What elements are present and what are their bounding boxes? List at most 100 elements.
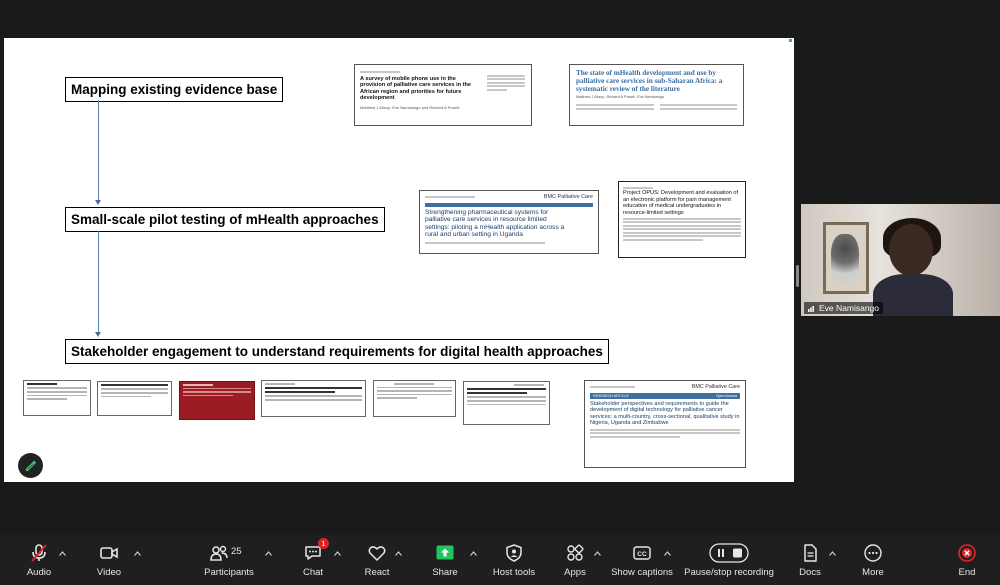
paper-stakeholder-journal: BMC Palliative Care: [691, 384, 740, 390]
recording-label: Pause/stop recording: [684, 566, 774, 578]
more-button[interactable]: More: [857, 535, 889, 585]
participant-video-tile[interactable]: Eve Namisango: [801, 204, 1000, 316]
video-button[interactable]: Video: [92, 535, 126, 585]
docs-button[interactable]: Docs: [795, 535, 825, 585]
thumbnail-paper-5: [373, 380, 456, 417]
thumbnail-paper-2: [97, 381, 172, 416]
chevron-up-icon: [828, 550, 836, 556]
stage-box-stakeholder: Stakeholder engagement to understand req…: [65, 339, 609, 364]
arrowhead-2: [95, 332, 101, 337]
participants-label: Participants: [204, 566, 254, 578]
apps-label: Apps: [564, 566, 586, 578]
panel-resize-handle[interactable]: [796, 265, 799, 287]
docs-options-caret[interactable]: [828, 549, 836, 557]
paper-pharma-title: Strengthening pharmaceutical systems for…: [425, 209, 565, 239]
paper-mobile-phone-survey: A survey of mobile phone use in the prov…: [354, 64, 532, 126]
paper-project-opus: Project OPUS: Development and evaluation…: [618, 181, 746, 258]
presentation-slide: Mapping existing evidence base Small-sca…: [4, 38, 794, 482]
share-button[interactable]: Share: [428, 535, 462, 585]
chat-label: Chat: [302, 566, 324, 578]
connector-line-1: [98, 100, 99, 200]
paper-pharmaceutical-systems: BMC Palliative Care Strengthening pharma…: [419, 190, 599, 254]
participants-icon: [210, 545, 228, 561]
chevron-up-icon: [133, 550, 141, 556]
end-call-icon: [958, 543, 976, 562]
more-dots-icon: [864, 543, 882, 562]
paper-state-mhealth-title: The state of mHealth development and use…: [576, 69, 723, 93]
share-options-caret[interactable]: [469, 549, 477, 557]
pause-stop-recording-icon: [709, 542, 749, 563]
chat-unread-badge: 1: [318, 537, 329, 549]
video-camera-icon: [100, 546, 118, 559]
thumbnail-paper-6: [463, 381, 550, 425]
host-tools-label: Host tools: [492, 566, 536, 578]
participant-person: [873, 218, 953, 316]
chevron-up-icon: [593, 550, 601, 556]
chevron-up-icon: [469, 550, 477, 556]
host-tools-button[interactable]: Host tools: [487, 535, 541, 585]
arrowhead-1: [95, 200, 101, 205]
pencil-icon: [25, 460, 37, 471]
react-label: React: [364, 566, 390, 578]
participants-button[interactable]: 25 Participants: [200, 535, 258, 585]
more-label: More: [862, 566, 884, 578]
painting-bird: [831, 234, 859, 282]
svg-text:CC: CC: [637, 551, 647, 558]
apps-options-caret[interactable]: [593, 549, 601, 557]
apps-grid-icon: [567, 543, 584, 561]
participants-options-caret[interactable]: [264, 549, 272, 557]
captions-options-caret[interactable]: [663, 549, 671, 557]
heart-icon: [368, 545, 386, 561]
show-captions-button[interactable]: CC Show captions: [607, 535, 677, 585]
participants-count: 25: [231, 545, 242, 557]
meeting-toolbar: Audio Video 25 Participants 1 Chat React…: [0, 535, 1000, 585]
chevron-up-icon: [394, 550, 402, 556]
connector-line-2: [98, 231, 99, 332]
video-label: Video: [96, 566, 122, 578]
paper-state-of-mhealth: The state of mHealth development and use…: [569, 64, 744, 126]
paper-state-mhealth-authors: Matthew J Allsop, Richard A Powell, Eve …: [576, 95, 665, 99]
end-meeting-button[interactable]: End: [952, 535, 982, 585]
paper-stakeholder-title: Stakeholder perspectives and requirement…: [590, 401, 740, 427]
shared-screen-area: Mapping existing evidence base Small-sca…: [0, 0, 1000, 530]
stage-box-pilot: Small-scale pilot testing of mHealth app…: [65, 207, 385, 232]
share-label: Share: [432, 566, 458, 578]
paper-mobile-phone-authors: Matthew J Allsop, Eve Namisango and Rich…: [360, 104, 460, 110]
react-button[interactable]: React: [360, 535, 394, 585]
captions-label: Show captions: [611, 566, 673, 578]
video-options-caret[interactable]: [133, 549, 141, 557]
chevron-up-icon: [264, 550, 272, 556]
share-screen-icon: [436, 545, 454, 559]
chevron-up-icon: [333, 550, 341, 556]
stage-box-mapping: Mapping existing evidence base: [65, 77, 284, 102]
paper-mobile-phone-title: A survey of mobile phone use in the prov…: [360, 75, 471, 102]
audio-options-caret[interactable]: [58, 549, 66, 557]
thumbnail-paper-3: [179, 381, 255, 420]
end-label: End: [958, 566, 976, 578]
annotate-button[interactable]: [18, 453, 43, 478]
thumbnail-paper-4: [261, 380, 366, 417]
slide-corner-indicator: [789, 39, 792, 42]
muted-mic-icon: [31, 543, 47, 562]
participant-name: Eve Namisango: [819, 303, 880, 313]
chat-button[interactable]: 1 Chat: [296, 535, 330, 585]
paper-opus-title: Project OPUS: Development and evaluation…: [623, 190, 739, 216]
pause-stop-recording-button[interactable]: Pause/stop recording: [680, 535, 778, 585]
paper-stakeholder-perspectives: BMC Palliative Care RESEARCH ARTICLE Ope…: [584, 380, 746, 468]
chat-options-caret[interactable]: [333, 549, 341, 557]
react-options-caret[interactable]: [394, 549, 402, 557]
chevron-up-icon: [58, 550, 66, 556]
paper-stakeholder-access: Open Access: [715, 394, 737, 398]
shield-icon: [506, 543, 522, 562]
thumbnail-paper-1: [23, 380, 91, 416]
audio-label: Audio: [26, 566, 52, 578]
document-icon: [804, 543, 817, 562]
docs-label: Docs: [799, 566, 821, 578]
participant-name-tag: Eve Namisango: [804, 302, 884, 314]
signal-bars-icon: [808, 305, 814, 312]
closed-captions-icon: CC: [633, 545, 651, 560]
apps-button[interactable]: Apps: [558, 535, 592, 585]
paper-pharma-journal: BMC Palliative Care: [543, 194, 593, 200]
chevron-up-icon: [663, 550, 671, 556]
audio-button[interactable]: Audio: [22, 535, 56, 585]
